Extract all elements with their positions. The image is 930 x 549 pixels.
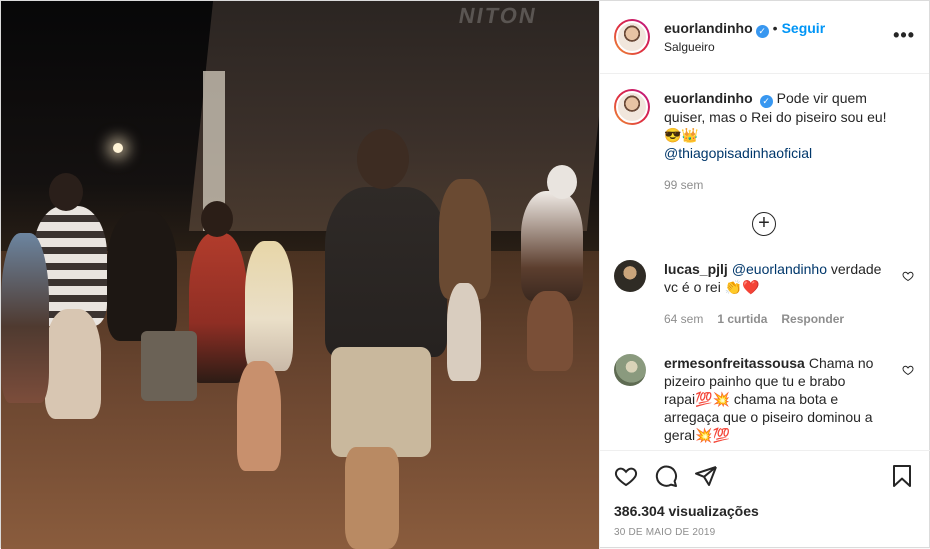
share-icon[interactable]	[694, 464, 718, 488]
person-silhouette	[521, 191, 583, 301]
like-comment-heart-icon[interactable]	[902, 270, 914, 285]
more-options-icon[interactable]: •••	[893, 26, 915, 44]
person-silhouette	[331, 347, 431, 457]
instagram-post: NITON euorlandinho ✓ • Seguir Salgueiro …	[0, 0, 930, 549]
commenter-avatar[interactable]	[614, 354, 646, 386]
person-head	[357, 129, 409, 189]
person-silhouette	[189, 233, 247, 383]
building-sign-text: NITON	[456, 3, 540, 28]
post-sidebar: euorlandinho ✓ • Seguir Salgueiro ••• euorl…	[599, 1, 930, 549]
caption-body: euorlandinho ✓ Pode vir quem quiser, mas o…	[664, 89, 894, 194]
avatar-image	[616, 21, 648, 53]
caption-username[interactable]: euorlandinho	[664, 90, 753, 106]
person-silhouette	[237, 361, 281, 471]
person-head	[49, 173, 83, 211]
caption-mention[interactable]: @thiagopisadinhaoficial	[664, 144, 894, 162]
load-more-comments[interactable]: +	[614, 212, 914, 236]
person-head	[201, 201, 233, 237]
person-silhouette	[345, 447, 399, 549]
caption-time[interactable]: 99 sem	[664, 178, 703, 192]
comments-list[interactable]: euorlandinho ✓ Pode vir quem quiser, mas o…	[600, 75, 930, 450]
person-head	[547, 165, 577, 199]
reply-button[interactable]: Responder	[781, 312, 844, 326]
person-silhouette	[1, 233, 49, 403]
comment-row: ermesonfreitassousa Chama no pizeiro pain…	[614, 354, 914, 444]
like-comment-heart-icon[interactable]	[902, 364, 914, 379]
separator-dot: •	[772, 19, 778, 36]
avatar-image	[616, 91, 648, 123]
person-silhouette	[439, 179, 491, 299]
heart-outline-icon	[902, 365, 914, 376]
comment-time[interactable]: 64 sem	[664, 312, 703, 326]
comment-meta: 64 sem 1 curtida Responder	[664, 310, 894, 328]
heart-outline-icon	[902, 271, 914, 282]
bookmark-icon[interactable]	[890, 464, 914, 488]
author-info: euorlandinho ✓ • Seguir Salgueiro	[664, 19, 825, 56]
author-avatar[interactable]	[614, 19, 650, 55]
location-link[interactable]: Salgueiro	[664, 38, 825, 56]
post-video[interactable]: NITON	[1, 1, 599, 549]
comment-body: ermesonfreitassousa Chama no pizeiro pain…	[664, 354, 894, 444]
commenter-username[interactable]: lucas_pjlj	[664, 261, 728, 277]
post-date[interactable]: 30 DE MAIO DE 2019	[614, 527, 914, 538]
comment-row: lucas_pjlj @euorlandinho verdade vc é o r…	[614, 260, 914, 328]
commenter-username[interactable]: ermesonfreitassousa	[664, 355, 805, 371]
person-silhouette	[107, 211, 177, 341]
verified-badge-icon: ✓	[759, 95, 773, 108]
heart-icon[interactable]	[614, 464, 638, 488]
person-silhouette	[447, 283, 481, 381]
commenter-avatar[interactable]	[614, 260, 646, 292]
post-actions-section: 386.304 visualizações 30 DE MAIO DE 2019	[600, 450, 930, 549]
plus-circle-icon[interactable]: +	[752, 212, 776, 236]
comment-icon[interactable]	[654, 464, 678, 488]
comment-mention[interactable]: @euorlandinho	[732, 261, 827, 277]
person-silhouette	[527, 291, 573, 371]
verified-badge-icon: ✓	[755, 24, 769, 38]
comment-body: lucas_pjlj @euorlandinho verdade vc é o r…	[664, 260, 894, 328]
person-silhouette	[325, 187, 447, 357]
author-username[interactable]: euorlandinho	[664, 20, 753, 36]
caption-author-avatar[interactable]	[614, 89, 650, 125]
person-silhouette	[245, 241, 293, 371]
post-header: euorlandinho ✓ • Seguir Salgueiro •••	[600, 1, 929, 74]
video-light-source	[113, 143, 123, 153]
stool	[141, 331, 197, 401]
comment-likes[interactable]: 1 curtida	[717, 312, 767, 326]
follow-button[interactable]: Seguir	[782, 20, 826, 36]
action-icons	[614, 463, 914, 489]
view-count[interactable]: 386.304 visualizações	[614, 503, 914, 519]
person-silhouette	[45, 309, 101, 419]
caption-row: euorlandinho ✓ Pode vir quem quiser, mas o…	[614, 89, 914, 194]
caption-meta: 99 sem	[664, 176, 894, 194]
